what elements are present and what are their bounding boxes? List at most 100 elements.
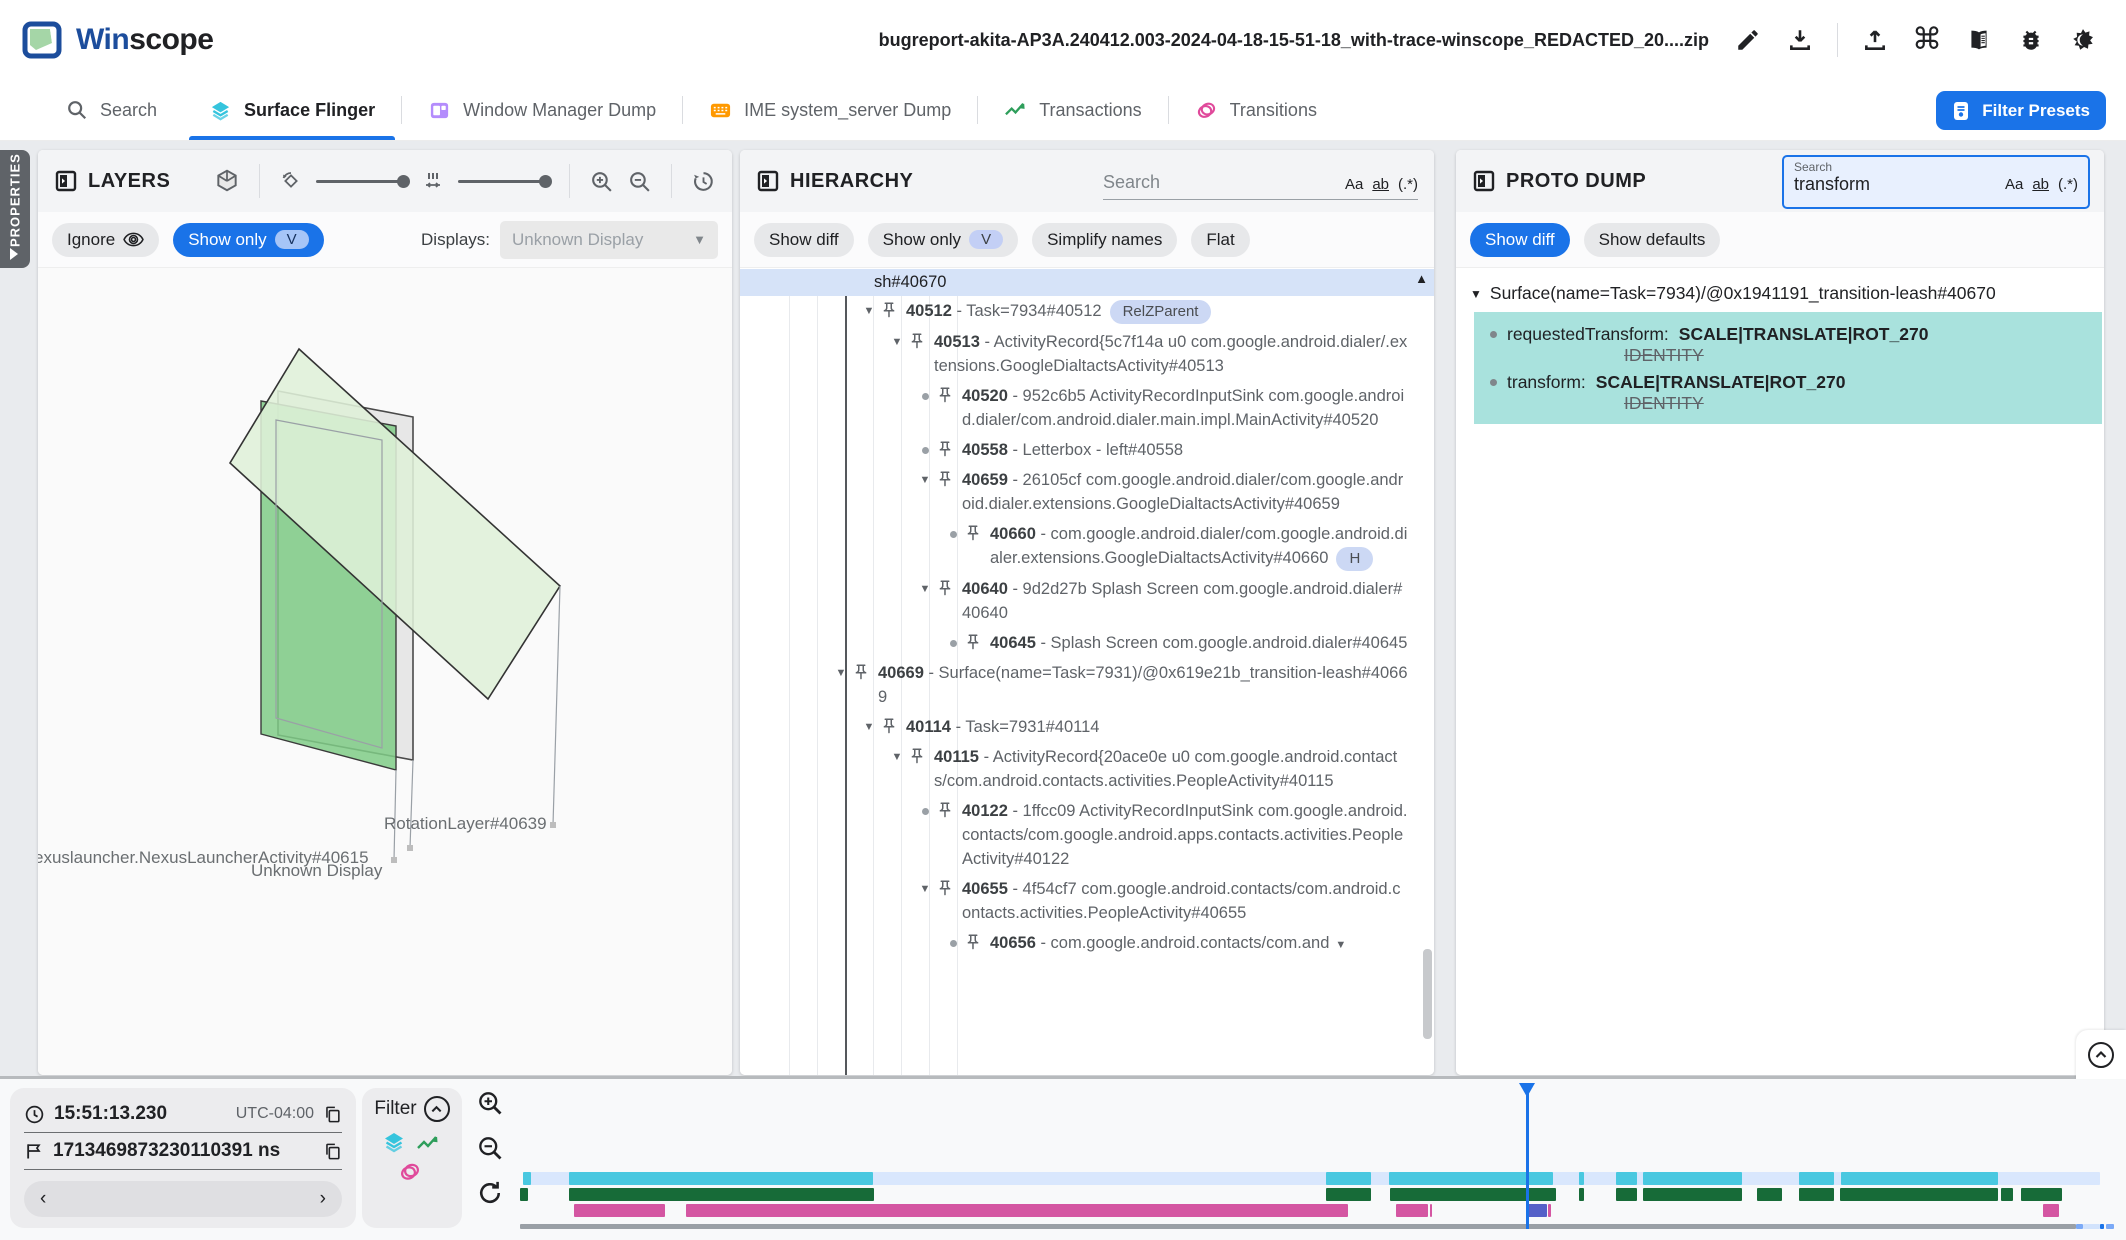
tree-row[interactable]: ▼40512 - Task=7934#40512RelZParent — [740, 296, 1434, 327]
surface-flinger-filter-icon[interactable] — [382, 1130, 406, 1154]
timeline-segment-surface-flinger[interactable] — [569, 1172, 873, 1185]
cube-3d-icon[interactable] — [214, 168, 240, 194]
timeline-segment-transactions[interactable] — [1799, 1188, 1834, 1201]
scroll-up-icon[interactable]: ▲ — [1415, 271, 1428, 286]
collapse-arrow-icon[interactable]: ▼ — [1470, 287, 1482, 301]
timeline-zoom-in-button[interactable] — [476, 1089, 504, 1117]
filter-presets-button[interactable]: Filter Presets — [1936, 91, 2106, 130]
proto-root-node[interactable]: ▼ Surface(name=Task=7934)/@0x1941191_tra… — [1456, 269, 2104, 312]
pin-icon[interactable] — [936, 440, 956, 458]
tree-row[interactable]: 40520 - 952c6b5 ActivityRecordInputSink … — [740, 381, 1434, 435]
pin-icon[interactable] — [964, 633, 984, 651]
collapse-arrow-icon[interactable]: ▼ — [858, 715, 880, 739]
timeline-segment-transactions[interactable] — [2001, 1188, 2013, 1201]
hierarchy-search-input[interactable]: Search Aa ab (.*) — [1103, 164, 1418, 200]
timeline-segment-transactions[interactable] — [520, 1188, 528, 1201]
pin-icon[interactable] — [936, 386, 956, 404]
timeline-segment-transactions[interactable] — [1757, 1188, 1782, 1201]
tree-row[interactable]: ▼40669 - Surface(name=Task=7931)/@0x619e… — [740, 658, 1434, 712]
hierarchy-scrollbar[interactable] — [1423, 949, 1432, 1039]
regex-icon[interactable]: (.*) — [2058, 176, 2078, 193]
proto-property-row[interactable]: transform:SCALE|TRANSLATE|ROT_270IDENTIT… — [1474, 366, 2102, 414]
pin-icon[interactable] — [936, 879, 956, 897]
zoom-in-icon[interactable] — [589, 169, 614, 194]
copy-time-button[interactable] — [323, 1105, 342, 1124]
match-word-icon[interactable]: ab — [2032, 176, 2049, 193]
tab-search[interactable]: Search — [40, 80, 183, 140]
edit-filename-button[interactable] — [1727, 19, 1769, 61]
copy-nanos-button[interactable] — [323, 1142, 342, 1161]
pin-icon[interactable] — [964, 524, 984, 542]
hierarchy-show-diff-button[interactable]: Show diff — [754, 223, 854, 257]
ignore-button[interactable]: Ignore — [52, 223, 159, 257]
timeline-segment-transactions[interactable] — [569, 1188, 874, 1201]
rotation-slider[interactable] — [316, 180, 408, 183]
timeline-segment-transitions[interactable] — [574, 1204, 665, 1217]
timeline-scrollbar[interactable] — [2100, 1224, 2104, 1229]
collapse-arrow-icon[interactable]: ▼ — [914, 468, 936, 492]
collapse-arrow-icon[interactable]: ▼ — [914, 877, 936, 901]
timeline-segment-transactions[interactable] — [1643, 1188, 1742, 1201]
dark-mode-toggle[interactable] — [2062, 19, 2104, 61]
timeline-segment-transition-active[interactable] — [1527, 1204, 1547, 1217]
timeline-segment-surface-flinger[interactable] — [1579, 1172, 1584, 1185]
overflow-caret-icon[interactable]: ▼ — [1335, 939, 1346, 951]
timeline-segment-surface-flinger[interactable] — [1616, 1172, 1637, 1185]
pin-icon[interactable] — [852, 663, 872, 681]
timeline-zoom-out-button[interactable] — [476, 1134, 504, 1162]
collapse-arrow-icon[interactable]: ▼ — [830, 661, 852, 685]
properties-side-tab[interactable]: PROPERTIES — [0, 150, 30, 268]
tree-row[interactable]: 40122 - 1ffcc09 ActivityRecordInputSink … — [740, 796, 1434, 874]
timeline-segment-surface-flinger[interactable] — [1326, 1172, 1371, 1185]
display-select[interactable]: Unknown Display ▼ — [500, 221, 718, 259]
hierarchy-show-only-button[interactable]: Show only V — [868, 223, 1018, 257]
regex-icon[interactable]: (.*) — [1398, 176, 1418, 193]
tree-row[interactable]: 40656 - com.google.android.contacts/com.… — [740, 928, 1434, 960]
tree-row[interactable]: ▼40513 - ActivityRecord{5c7f14a u0 com.g… — [740, 327, 1434, 381]
tab-surface-flinger[interactable]: Surface Flinger — [183, 80, 401, 140]
next-frame-button[interactable]: › — [320, 1188, 326, 1210]
selected-tree-row[interactable]: sh#40670 — [740, 269, 1434, 296]
pin-icon[interactable] — [964, 933, 984, 951]
timeline-reset-zoom-button[interactable] — [476, 1179, 504, 1207]
timeline-segment-transactions[interactable] — [1840, 1188, 1998, 1201]
tab-transitions[interactable]: Transitions — [1169, 80, 1343, 140]
timeline-segment-surface-flinger[interactable] — [1841, 1172, 1998, 1185]
nanos-time-value[interactable]: 1713469873230110391 ns — [53, 1140, 280, 1162]
pin-icon[interactable] — [936, 801, 956, 819]
proto-show-diff-button[interactable]: Show diff — [1470, 223, 1570, 257]
timeline-segment-surface-flinger[interactable] — [1799, 1172, 1834, 1185]
pin-icon[interactable] — [936, 470, 956, 488]
timeline-segment-transactions[interactable] — [1579, 1188, 1584, 1201]
timeline-scrollbar[interactable] — [520, 1224, 2076, 1229]
collapse-timeline-card[interactable] — [2076, 1030, 2126, 1079]
pin-icon[interactable] — [936, 579, 956, 597]
collapse-arrow-icon[interactable]: ▼ — [886, 330, 908, 354]
proto-search-input[interactable]: Search transform Aa ab (.*) — [1782, 155, 2090, 209]
simplify-names-button[interactable]: Simplify names — [1032, 223, 1177, 257]
tab-transactions[interactable]: Transactions — [978, 80, 1167, 140]
proto-property-row[interactable]: requestedTransform:SCALE|TRANSLATE|ROT_2… — [1474, 318, 2102, 366]
pin-icon[interactable] — [880, 717, 900, 735]
transactions-filter-icon[interactable] — [416, 1132, 440, 1156]
flat-button[interactable]: Flat — [1191, 223, 1249, 257]
timeline-segment-transactions[interactable] — [2021, 1188, 2062, 1201]
match-case-icon[interactable]: Aa — [1345, 176, 1363, 193]
timeline-tracks[interactable] — [520, 1079, 2115, 1240]
timeline-scrollbar[interactable] — [2083, 1224, 2100, 1229]
upload-new-button[interactable] — [1854, 19, 1896, 61]
layers-3d-canvas[interactable]: RotationLayer#40639 exuslauncher.NexusLa… — [38, 268, 732, 1075]
spacing-slider[interactable] — [458, 180, 550, 183]
timeline-segment-transitions[interactable] — [686, 1204, 1348, 1217]
rotation-icon[interactable] — [279, 169, 303, 193]
filter-collapse-button[interactable] — [424, 1096, 450, 1122]
timeline-segment-transactions[interactable] — [1616, 1188, 1637, 1201]
tab-ime-dump[interactable]: IME system_server Dump — [683, 80, 977, 140]
timeline-segment-transactions[interactable] — [1326, 1188, 1371, 1201]
timeline-segment-transitions[interactable] — [1548, 1204, 1551, 1217]
hierarchy-tree[interactable]: sh#40670 ▼40512 - Task=7934#40512RelZPar… — [740, 269, 1434, 1075]
nanos-time-row[interactable]: 1713469873230110391 ns — [24, 1133, 342, 1170]
collapse-arrow-icon[interactable]: ▼ — [914, 577, 936, 601]
layers-show-only-button[interactable]: Show only V — [173, 223, 323, 257]
reset-view-icon[interactable] — [691, 169, 716, 194]
